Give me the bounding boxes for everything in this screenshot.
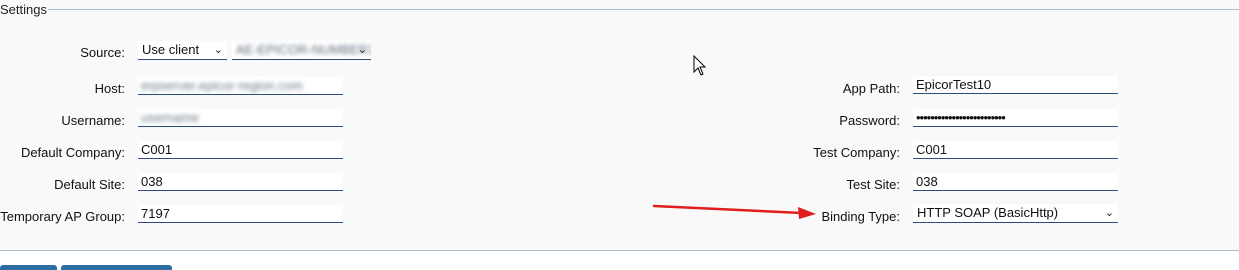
app-path-input[interactable]: EpicorTest10 [913,76,1118,94]
host-value: erpserver.epicor-region.com [141,78,303,93]
username-input[interactable]: username [138,109,343,127]
test-site-label: Test Site: [846,177,900,192]
username-label: Username: [61,113,125,128]
default-site-input[interactable]: 038 [138,173,343,191]
test-company-value: C001 [916,142,948,157]
test-site-input[interactable]: 038 [913,173,1118,191]
red-arrow-icon [652,204,816,219]
default-company-value: C001 [141,142,173,157]
app-path-label: App Path: [842,81,900,96]
test-company-input[interactable]: C001 [913,141,1118,159]
password-input[interactable]: ••••••••••••••••••••••••• [913,109,1118,127]
binding-type-select[interactable]: HTTP SOAP (BasicHttp) ⌄ [913,204,1118,223]
source-value: Use client [142,42,200,57]
source-label: Source: [80,45,125,60]
password-label: Password: [839,113,900,128]
chevron-down-icon: ⌄ [213,44,223,56]
fieldset-border [48,9,1239,10]
default-site-value: 038 [141,174,163,189]
password-value: ••••••••••••••••••••••••• [916,110,1006,125]
host-label: Host: [94,81,125,96]
chevron-down-icon: ⌄ [357,44,367,56]
chevron-down-icon: ⌄ [1104,207,1114,219]
server-select[interactable]: AE-EPICOR-NUMBER1 ⌄ [232,41,371,60]
app-path-value: EpicorTest10 [916,77,992,92]
temp-ap-group-label: Temporary AP Group: [0,209,125,224]
settings-legend: Settings [0,2,47,17]
test-site-value: 038 [916,174,938,189]
default-company-label: Default Company: [20,145,125,160]
action-button[interactable] [0,265,57,270]
secondary-action-button[interactable] [61,265,172,270]
binding-type-value: HTTP SOAP (BasicHttp) [917,205,1059,220]
temp-ap-group-value: 7197 [141,206,170,221]
source-select[interactable]: Use client ⌄ [138,41,227,60]
temp-ap-group-input[interactable]: 7197 [138,205,343,223]
mouse-pointer-icon [693,55,707,76]
default-company-input[interactable]: C001 [138,141,343,159]
fieldset-bottom-border [0,250,1239,251]
host-input[interactable]: erpserver.epicor-region.com [138,77,343,95]
username-value: username [141,110,199,125]
test-company-label: Test Company: [813,145,900,160]
server-value: AE-EPICOR-NUMBER1 [236,42,371,57]
default-site-label: Default Site: [54,177,125,192]
